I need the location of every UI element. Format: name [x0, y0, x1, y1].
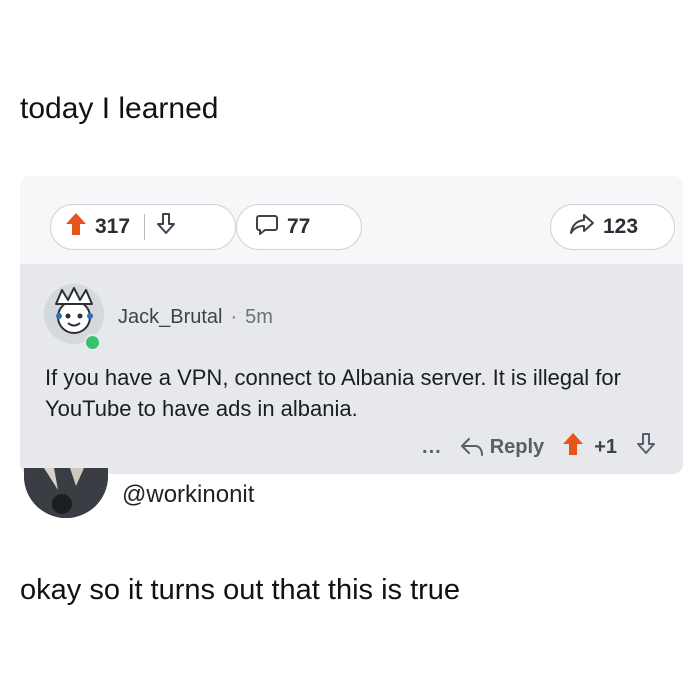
- tweet-avatar[interactable]: [24, 468, 108, 518]
- comment-score: +1: [594, 435, 617, 458]
- meme-caption-top: today I learned: [20, 92, 219, 125]
- comment-count: 77: [287, 215, 311, 238]
- reply-label: Reply: [489, 435, 545, 458]
- share-button[interactable]: 123: [550, 204, 675, 250]
- comment-upvote-icon[interactable]: [562, 432, 584, 462]
- vote-divider: [144, 214, 146, 240]
- tweet-handle[interactable]: @workinonit: [122, 481, 254, 509]
- comment-username[interactable]: Jack_Brutal: [118, 306, 223, 329]
- upvote-icon[interactable]: [65, 212, 87, 242]
- comment-body: If you have a VPN, connect to Albania se…: [45, 365, 621, 421]
- comment-downvote-icon[interactable]: [635, 432, 657, 462]
- reply-arrow-icon: [460, 438, 483, 456]
- vote-pill: 317: [50, 204, 236, 250]
- downvote-icon[interactable]: [155, 212, 177, 242]
- online-status-dot: [84, 334, 101, 351]
- meta-separator: ·: [230, 306, 238, 328]
- comment: Jack_Brutal · 5m If you have a VPN, conn…: [20, 264, 683, 474]
- reply-button[interactable]: Reply: [460, 436, 544, 459]
- comments-button[interactable]: 77: [236, 204, 362, 250]
- upvote-count: 317: [95, 215, 131, 238]
- post-action-bar: 317 77 123: [20, 176, 683, 264]
- comment-bubble-icon: [255, 212, 279, 242]
- tweet-text: okay so it turns out that this is true: [20, 574, 461, 606]
- comment-meta: Jack_Brutal · 5m: [118, 306, 273, 329]
- more-options-button[interactable]: ...: [422, 436, 442, 459]
- comment-timestamp: 5m: [245, 306, 273, 328]
- tweet-header: @workinonit: [20, 468, 680, 530]
- share-arrow-icon: [569, 212, 595, 242]
- comment-actions: ... Reply +1: [404, 432, 657, 462]
- share-count: 123: [603, 215, 639, 238]
- reddit-screenshot: 317 77 123 Jack_Brutal · 5m If you have …: [20, 176, 683, 474]
